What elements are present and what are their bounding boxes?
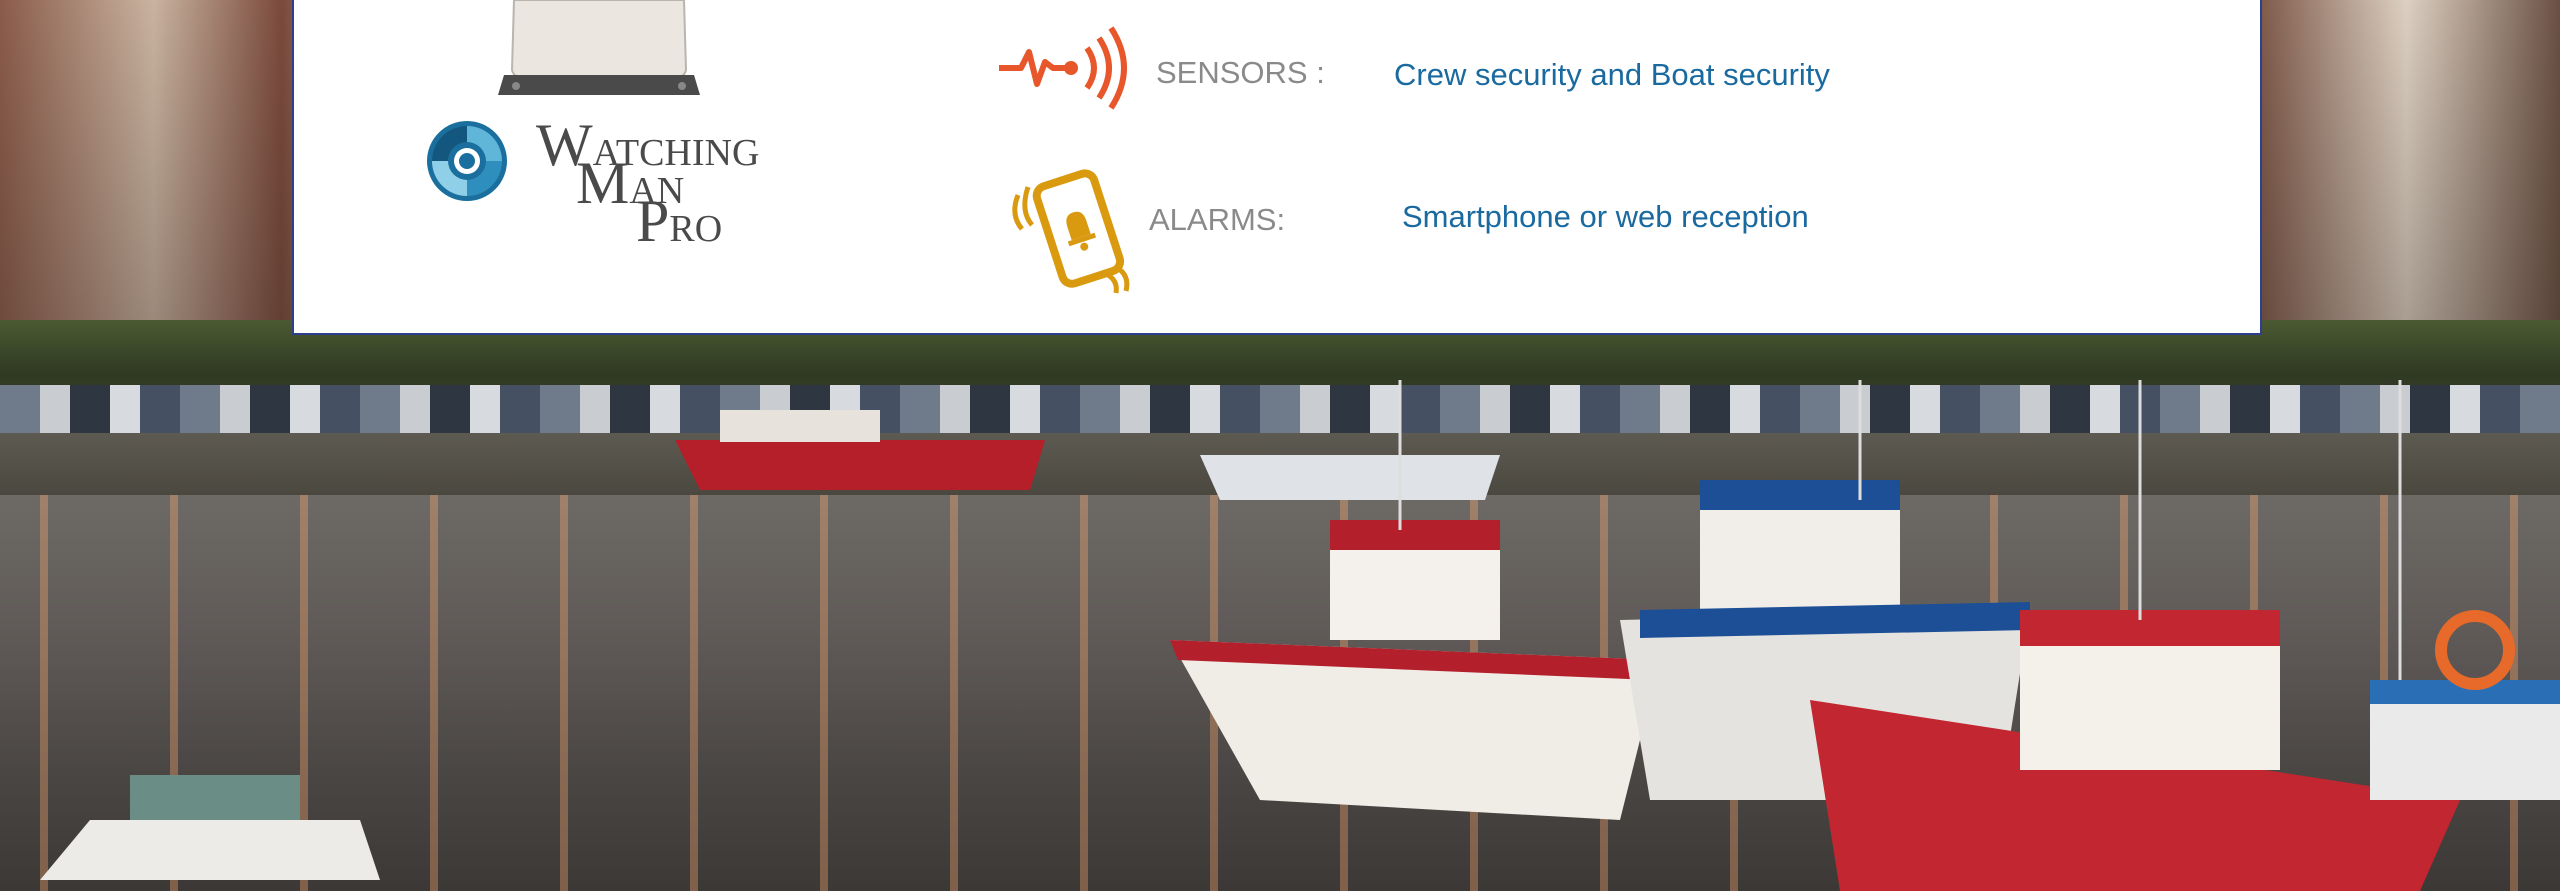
logo-initial-p: P [636,188,670,254]
logo-word-ro: RO [669,208,723,250]
smartphone-alarm-icon [1012,169,1130,294]
alarms-label: ALARMS: [1149,202,1286,237]
pulse-signal-icon [999,26,1127,110]
sensors-value: Crew security and Boat security [1394,57,1830,92]
watching-man-pro-logo: WATCHING MAN PRO [426,115,766,255]
watchingman-device-image [498,0,700,95]
fishing-boats [40,380,2560,891]
logo-initial-m: M [576,150,630,216]
logo-swirl-icon [427,121,507,201]
alarms-value: Smartphone or web reception [1402,199,1809,234]
sensors-label: SENSORS : [1156,55,1325,90]
info-panel: WATCHING MAN PRO SENSORS : Crew security… [292,0,2262,335]
